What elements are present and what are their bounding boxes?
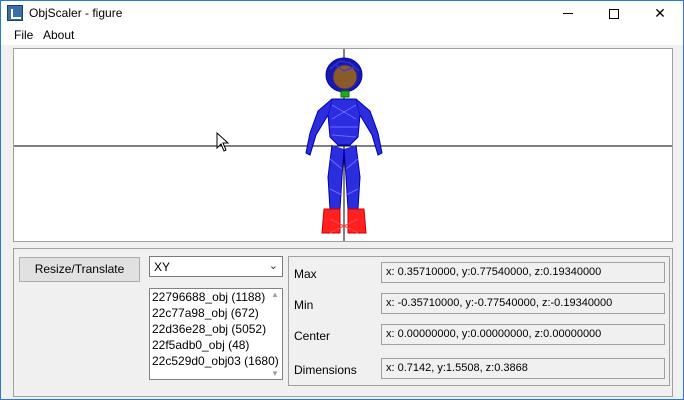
app-icon: [7, 5, 23, 21]
right-arm: [355, 98, 383, 156]
menu-about[interactable]: About: [43, 28, 74, 42]
bounds-group: Max x: 0.35710000, y:0.77540000, z:0.193…: [288, 256, 670, 386]
list-scrollbar[interactable]: ▲ ▼: [268, 289, 282, 379]
center-field[interactable]: x: 0.00000000, y:0.00000000, z:0.0000000…: [381, 324, 665, 345]
menu-bar: File About: [1, 25, 683, 45]
chevron-down-icon: ⌄: [268, 260, 278, 272]
control-panel: Resize/Translate XY ⌄ 22796688_obj (1188…: [13, 248, 673, 397]
minimize-button[interactable]: [545, 1, 591, 25]
maximize-button[interactable]: [591, 1, 637, 25]
right-leg: [343, 144, 361, 210]
maximize-icon: [609, 8, 619, 19]
menu-file[interactable]: File: [14, 28, 33, 42]
minimize-icon: [563, 13, 573, 15]
dimensions-label: Dimensions: [294, 363, 357, 377]
min-label: Min: [294, 298, 314, 312]
plane-select-value: XY: [154, 260, 171, 274]
object-list[interactable]: 22796688_obj (1188) 22c77a98_obj (672) 2…: [149, 288, 283, 380]
plane-select[interactable]: XY ⌄: [149, 256, 283, 277]
resize-translate-button[interactable]: Resize/Translate: [19, 257, 140, 282]
mouse-pointer-icon: [216, 131, 230, 152]
app-window: ObjScaler - figure ✕ File About Resize/T…: [0, 0, 684, 400]
list-item[interactable]: 22d36e28_obj (5052): [150, 321, 282, 337]
scroll-down-icon[interactable]: ▼: [271, 369, 279, 378]
model-viewport[interactable]: [13, 48, 673, 242]
window-title: ObjScaler - figure: [29, 6, 123, 20]
list-item[interactable]: 22f5adb0_obj (48): [150, 337, 282, 353]
left-arm: [305, 98, 333, 156]
title-bar[interactable]: ObjScaler - figure ✕: [1, 1, 683, 25]
list-item[interactable]: 22796688_obj (1188): [150, 289, 282, 305]
list-item[interactable]: 22c77a98_obj (672): [150, 305, 282, 321]
max-label: Max: [294, 267, 317, 281]
max-field[interactable]: x: 0.35710000, y:0.77540000, z:0.1934000…: [381, 262, 665, 283]
dimensions-field[interactable]: x: 0.7142, y:1.5508, z:0.3868: [381, 358, 665, 379]
scroll-up-icon[interactable]: ▲: [271, 290, 279, 299]
head-face: [332, 64, 358, 90]
left-leg: [327, 144, 345, 210]
model-canvas: [14, 49, 672, 241]
center-label: Center: [294, 329, 331, 343]
min-field[interactable]: x: -0.35710000, y:-0.77540000, z:-0.1934…: [381, 293, 665, 314]
list-item[interactable]: 22c529d0_obj03 (1680): [150, 353, 282, 369]
neck: [340, 90, 350, 98]
close-button[interactable]: ✕: [637, 1, 683, 25]
